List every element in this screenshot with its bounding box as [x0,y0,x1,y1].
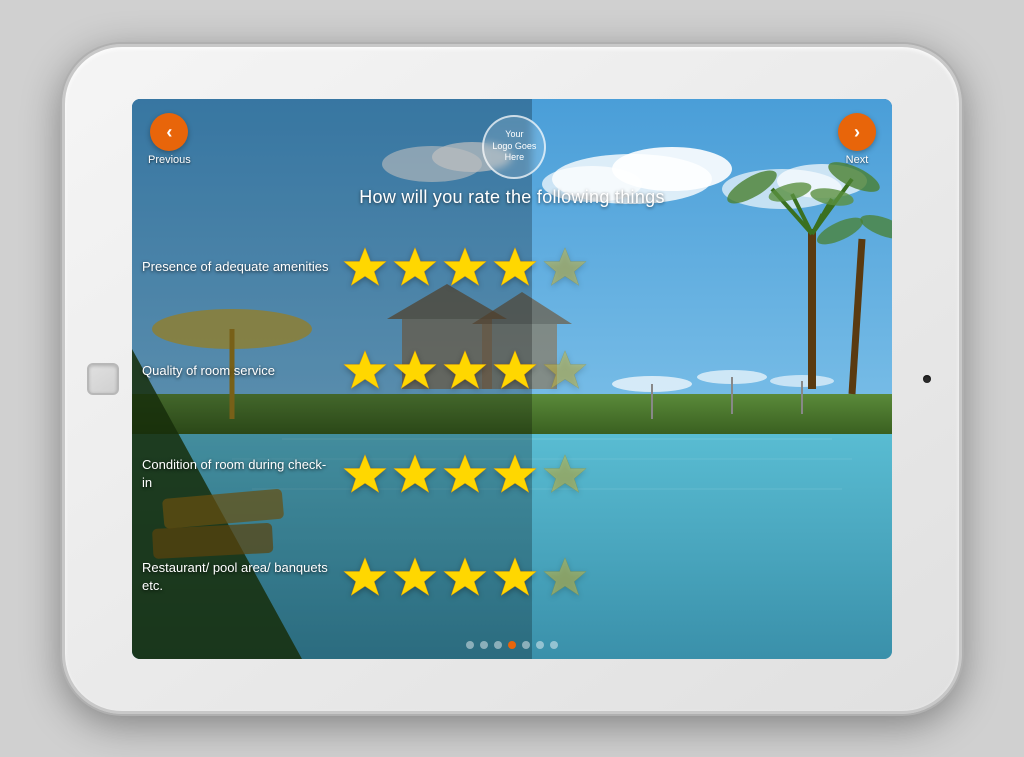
pagination-dot[interactable] [550,641,558,649]
logo-line2: Logo Goes [492,141,536,153]
prev-arrow-icon: ‹ [166,123,172,141]
star-filled-icon[interactable] [392,347,438,393]
tablet-shell: ‹ Previous Your Logo Goes Here › Next [62,44,962,714]
pagination-dot[interactable] [494,641,502,649]
star-filled-icon[interactable] [492,347,538,393]
logo-line3: Here [505,152,525,164]
star-filled-icon[interactable] [392,451,438,497]
star-filled-icon[interactable] [342,451,388,497]
star-empty-icon[interactable] [542,554,588,600]
rating-row: Condition of room during check-in [142,451,882,497]
question-section: How will you rate the following things [132,179,892,212]
prev-label: Previous [148,154,191,166]
next-label: Next [846,154,869,166]
star-filled-icon[interactable] [442,244,488,290]
next-circle[interactable]: › [838,113,876,151]
rating-label: Condition of room during check-in [142,456,332,491]
star-filled-icon[interactable] [342,244,388,290]
rating-label: Quality of room service [142,362,332,380]
star-filled-icon[interactable] [442,554,488,600]
question-text: How will you rate the following things [359,187,665,207]
star-filled-icon[interactable] [342,347,388,393]
stars-container [342,244,588,290]
screen-content: ‹ Previous Your Logo Goes Here › Next [132,99,892,659]
star-empty-icon[interactable] [542,244,588,290]
pagination-dot[interactable] [480,641,488,649]
star-filled-icon[interactable] [442,347,488,393]
next-arrow-icon: › [854,123,860,141]
star-filled-icon[interactable] [392,244,438,290]
star-filled-icon[interactable] [492,554,538,600]
star-empty-icon[interactable] [542,451,588,497]
stars-container [342,554,588,600]
pagination-dot[interactable] [522,641,530,649]
stars-container [342,451,588,497]
prev-circle[interactable]: ‹ [150,113,188,151]
header: ‹ Previous Your Logo Goes Here › Next [132,99,892,179]
ratings-section: Presence of adequate amenities [132,212,892,659]
star-filled-icon[interactable] [342,554,388,600]
star-filled-icon[interactable] [492,451,538,497]
stars-container [342,347,588,393]
rating-label: Restaurant/ pool area/ banquets etc. [142,559,332,594]
screen: ‹ Previous Your Logo Goes Here › Next [132,99,892,659]
star-filled-icon[interactable] [492,244,538,290]
next-button[interactable]: › Next [838,113,876,166]
star-filled-icon[interactable] [442,451,488,497]
pagination [466,641,558,649]
pagination-dot[interactable] [536,641,544,649]
rating-row: Quality of room service [142,347,882,393]
star-empty-icon[interactable] [542,347,588,393]
prev-button[interactable]: ‹ Previous [148,113,191,166]
pagination-dot[interactable] [508,641,516,649]
rating-row: Restaurant/ pool area/ banquets etc. [142,554,882,600]
logo: Your Logo Goes Here [482,115,546,179]
pagination-dot[interactable] [466,641,474,649]
rating-label: Presence of adequate amenities [142,258,332,276]
star-filled-icon[interactable] [392,554,438,600]
rating-row: Presence of adequate amenities [142,244,882,290]
logo-line1: Your [505,129,523,141]
